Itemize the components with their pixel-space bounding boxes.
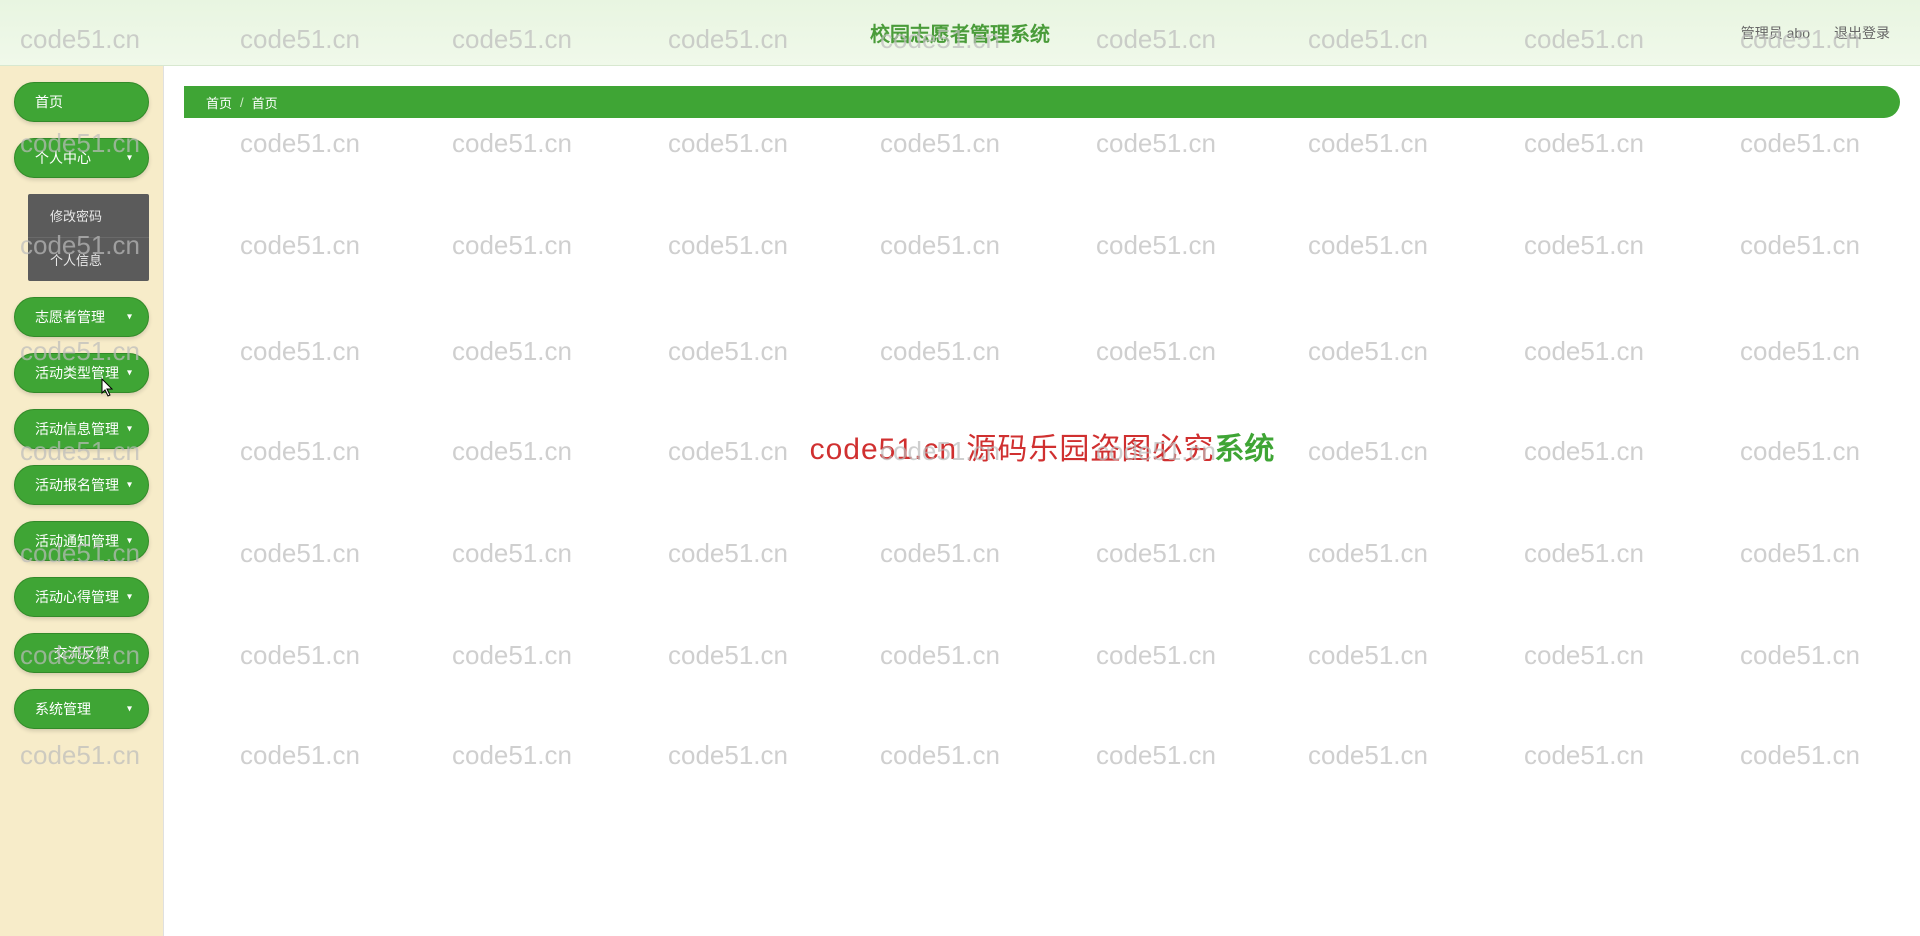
sidebar-item-activity-exp-mgmt[interactable]: 活动心得管理 ▾ xyxy=(14,577,149,617)
sidebar-submenu-personal: 修改密码 个人信息 xyxy=(28,194,149,281)
header-bar: 校园志愿者管理系统 管理员 abo 退出登录 xyxy=(0,0,1920,66)
app-title: 校园志愿者管理系统 xyxy=(870,18,1050,47)
cursor-icon xyxy=(100,378,118,403)
sidebar-item-activity-info-mgmt[interactable]: 活动信息管理 ▾ xyxy=(14,409,149,449)
sidebar-item-label: 交流反馈 xyxy=(54,643,110,663)
chevron-down-icon: ▾ xyxy=(127,704,132,715)
sidebar-item-label: 活动报名管理 xyxy=(35,475,119,495)
sidebar-item-label: 个人中心 xyxy=(35,148,91,168)
sidebar-sub-change-password[interactable]: 修改密码 xyxy=(28,194,149,237)
header-right: 管理员 abo 退出登录 xyxy=(1741,23,1890,43)
sidebar-item-label: 系统管理 xyxy=(35,699,91,719)
chevron-down-icon: ▾ xyxy=(127,480,132,491)
sidebar-item-label: 首页 xyxy=(35,92,63,112)
sidebar-item-volunteer-mgmt[interactable]: 志愿者管理 ▾ xyxy=(14,297,149,337)
sidebar-item-system-mgmt[interactable]: 系统管理 ▾ xyxy=(14,689,149,729)
breadcrumb-current: 首页 xyxy=(252,93,278,112)
chevron-down-icon: ▾ xyxy=(127,312,132,323)
welcome-text: code51.cn 源码乐园盗图必究 系统 xyxy=(810,424,1275,468)
main-wrap: 首页 个人中心 ▾ 修改密码 个人信息 志愿者管理 ▾ 活动类型管理 ▾ 活动信… xyxy=(0,66,1920,936)
content-area: 首页 / 首页 code51.cn 源码乐园盗图必究 系统 xyxy=(164,66,1920,936)
chevron-down-icon: ▾ xyxy=(127,153,132,164)
chevron-down-icon: ▾ xyxy=(127,592,132,603)
breadcrumb: 首页 / 首页 xyxy=(184,86,1900,118)
sidebar-item-label: 活动信息管理 xyxy=(35,419,119,439)
welcome-system-suffix: 系统 xyxy=(1214,424,1274,468)
sidebar-item-label: 活动通知管理 xyxy=(35,531,119,551)
sidebar-item-label: 志愿者管理 xyxy=(35,307,105,327)
welcome-watermark-text: code51.cn 源码乐园盗图必究 xyxy=(810,424,1215,468)
breadcrumb-separator: / xyxy=(240,95,244,110)
sidebar-item-activity-type-mgmt[interactable]: 活动类型管理 ▾ xyxy=(14,353,149,393)
sidebar-sub-personal-info[interactable]: 个人信息 xyxy=(28,237,149,281)
user-label[interactable]: 管理员 abo xyxy=(1741,23,1810,43)
chevron-down-icon: ▾ xyxy=(127,536,132,547)
chevron-down-icon: ▾ xyxy=(127,424,132,435)
breadcrumb-home[interactable]: 首页 xyxy=(206,93,232,112)
sidebar-item-label: 活动心得管理 xyxy=(35,587,119,607)
sidebar-item-activity-reg-mgmt[interactable]: 活动报名管理 ▾ xyxy=(14,465,149,505)
sidebar-item-home[interactable]: 首页 xyxy=(14,82,149,122)
sidebar-item-personal[interactable]: 个人中心 ▾ xyxy=(14,138,149,178)
sidebar: 首页 个人中心 ▾ 修改密码 个人信息 志愿者管理 ▾ 活动类型管理 ▾ 活动信… xyxy=(0,66,164,936)
sidebar-item-activity-notice-mgmt[interactable]: 活动通知管理 ▾ xyxy=(14,521,149,561)
logout-link[interactable]: 退出登录 xyxy=(1834,23,1890,43)
sidebar-item-feedback[interactable]: 交流反馈 xyxy=(14,633,149,673)
chevron-down-icon: ▾ xyxy=(127,368,132,379)
